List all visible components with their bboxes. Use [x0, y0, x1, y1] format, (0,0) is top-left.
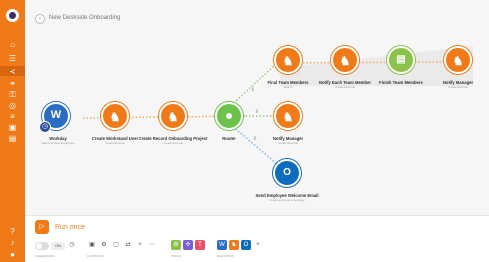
module-sublabel: Create Records: [448, 85, 468, 89]
controls-caption: CONTROLS: [87, 254, 104, 258]
module-notify-each-team-member[interactable]: ♞: [331, 46, 359, 74]
lion-icon: ♞: [109, 110, 121, 124]
notification-icon[interactable]: ♪: [7, 238, 18, 247]
device-icon[interactable]: ▣: [7, 123, 18, 132]
magic-icon[interactable]: ✧: [135, 240, 145, 250]
left-sidebar: ⌂ ☰ ≺ ⚭ ⚿ ◎ ≡ ▣ ▤ ? ♪ ●: [0, 0, 25, 262]
filter-icon[interactable]: ⊻: [255, 109, 259, 115]
module-router[interactable]: [215, 102, 243, 130]
scenario-canvas[interactable]: ⊻ ⊻ ⊻ W ◷ Workday Watch for New Employee…: [25, 0, 489, 215]
module-label: Router: [222, 136, 236, 141]
module-sublabel: Watch for New Employees: [41, 141, 75, 145]
settings-icon[interactable]: ⚙: [99, 240, 109, 250]
lion-icon: ♞: [452, 54, 464, 68]
template-icon[interactable]: ▤: [7, 134, 18, 143]
scheduling-select[interactable]: ON: [51, 242, 65, 250]
favorite-outlook-icon[interactable]: O: [241, 240, 251, 250]
tool-flow-control-icon[interactable]: ⚙: [171, 240, 181, 250]
app-logo[interactable]: [6, 9, 19, 22]
more-icon[interactable]: ⋯: [147, 240, 157, 250]
connections-layer: ⊻ ⊻ ⊻: [82, 46, 473, 172]
module-sublabel: Create Records: [278, 141, 298, 145]
lion-icon: ♞: [339, 54, 351, 68]
clock-icon[interactable]: ◷: [39, 121, 51, 133]
bottom-toolbar: ▷ Run once ON ◷ ▣ ⚙ ▢ ⇄ ✧ ⋯ ⚙ ✣ T W ♞ O …: [25, 215, 489, 262]
home-icon[interactable]: ⌂: [7, 40, 18, 49]
module-label: Finish Team Members: [379, 80, 423, 85]
run-once-label[interactable]: Run once: [55, 224, 85, 231]
lion-icon: ♞: [167, 110, 179, 124]
workday-logo-icon: W: [50, 109, 62, 121]
align-icon[interactable]: ⇄: [123, 240, 133, 250]
clock-icon[interactable]: ◷: [67, 240, 77, 250]
tool-router-icon[interactable]: ✣: [183, 240, 193, 250]
module-finish-team-members[interactable]: ▤: [387, 46, 415, 74]
add-favorite-icon[interactable]: +: [253, 240, 263, 250]
module-sublabel: Create Records: [335, 85, 355, 89]
save-icon[interactable]: ▣: [87, 240, 97, 250]
filter-icon[interactable]: ⊻: [251, 87, 255, 93]
filter-icon[interactable]: ⊻: [253, 136, 257, 142]
lion-icon: ♞: [282, 110, 294, 124]
module-final-team-members[interactable]: ♞: [274, 46, 302, 74]
tools-caption: TOOLS: [171, 254, 182, 258]
module-notify-manager[interactable]: ♞: [274, 102, 302, 130]
module-create-record-onboarding-project[interactable]: ♞: [159, 102, 187, 130]
tool-text-icon[interactable]: T: [195, 240, 205, 250]
scheduling-caption: SCHEDULING: [35, 254, 55, 258]
team-icon[interactable]: ☰: [7, 54, 18, 63]
module-sublabel: Create Records: [163, 141, 183, 145]
scheduling-toggle[interactable]: [35, 242, 49, 250]
notes-icon[interactable]: ▢: [111, 240, 121, 250]
key-icon[interactable]: ⚿: [7, 90, 18, 99]
router-icon: [226, 113, 232, 119]
run-once-button[interactable]: ▷: [35, 220, 49, 234]
outlook-icon: O: [283, 167, 291, 178]
favorite-workday-icon[interactable]: W: [217, 240, 227, 250]
link-icon[interactable]: ⚭: [7, 79, 18, 88]
module-send-employee-welcome-email[interactable]: O: [273, 159, 301, 187]
module-sublabel: Create Records: [105, 141, 125, 145]
favorite-lion-icon[interactable]: ♞: [229, 240, 239, 250]
help-icon[interactable]: ?: [7, 227, 18, 236]
module-notify-manager-top[interactable]: ♞: [444, 46, 472, 74]
lion-icon: ♞: [282, 54, 294, 68]
module-sublabel: Create and send a message: [269, 198, 305, 202]
module-sublabel: Search: [283, 85, 293, 89]
module-create-workstand-user[interactable]: ♞: [101, 102, 129, 130]
user-avatar-icon[interactable]: ●: [7, 250, 18, 259]
datastore-icon[interactable]: ≡: [7, 112, 18, 121]
globe-icon[interactable]: ◎: [7, 101, 18, 110]
favorites-caption: FAVORITES: [217, 254, 234, 258]
aggregator-icon: ▤: [396, 54, 406, 65]
share-icon[interactable]: ≺: [7, 67, 18, 76]
